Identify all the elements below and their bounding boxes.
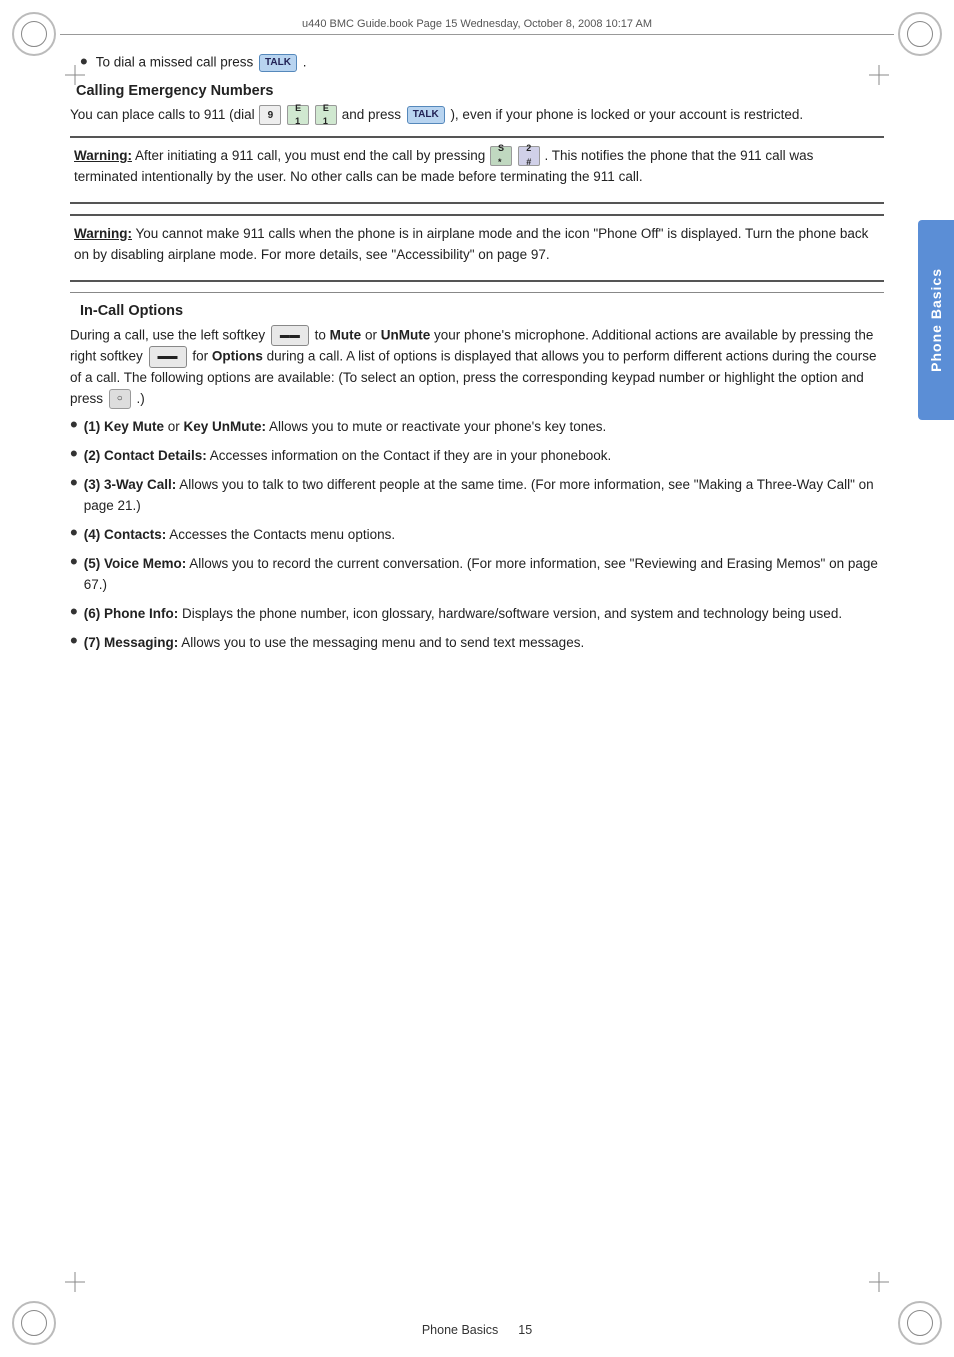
list-bullet: • <box>70 551 78 573</box>
dial-key-9: 9 <box>259 105 281 125</box>
warning-box-1: Warning: After initiating a 911 call, yo… <box>70 136 884 204</box>
list-bullet: • <box>70 414 78 436</box>
list-item: • (4) Contacts: Accesses the Contacts me… <box>70 525 884 546</box>
end-key-s: S* <box>490 146 512 166</box>
header-text: u440 BMC Guide.book Page 15 Wednesday, O… <box>302 18 652 30</box>
warning2-label: Warning: <box>74 226 132 241</box>
missed-call-text: To dial a missed call press TALK . <box>96 54 307 72</box>
list-text: (7) Messaging: Allows you to use the mes… <box>84 633 585 654</box>
list-text: (2) Contact Details: Accesses informatio… <box>84 446 612 467</box>
side-tab: Phone Basics <box>918 220 954 420</box>
list-bullet: • <box>70 630 78 652</box>
left-softkey-icon: ▬▬ <box>271 325 309 347</box>
end-key-2: 2# <box>518 146 540 166</box>
list-text: (6) Phone Info: Displays the phone numbe… <box>84 604 842 625</box>
divider <box>70 292 884 293</box>
emergency-paragraph: You can place calls to 911 (dial 9 E1 E1… <box>70 105 884 126</box>
footer: Phone Basics 15 <box>0 1323 954 1337</box>
bullet-dot: • <box>80 51 88 73</box>
list-item: • (3) 3-Way Call: Allows you to talk to … <box>70 475 884 517</box>
side-tab-label: Phone Basics <box>928 268 944 372</box>
dial-key-1b: E1 <box>315 105 337 125</box>
list-bullet: • <box>70 443 78 465</box>
incall-heading: In-Call Options <box>70 303 884 319</box>
corner-decoration-tr <box>898 12 942 56</box>
warning2-paragraph: Warning: You cannot make 911 calls when … <box>74 224 880 266</box>
page-header: u440 BMC Guide.book Page 15 Wednesday, O… <box>60 18 894 35</box>
talk-button-icon2: TALK <box>407 106 445 124</box>
warning1-paragraph: Warning: After initiating a 911 call, yo… <box>74 146 880 188</box>
incall-options-list: • (1) Key Mute or Key UnMute: Allows you… <box>70 417 884 653</box>
right-softkey-icon: ▬▬ <box>149 346 187 368</box>
footer-page-number: 15 <box>518 1323 532 1337</box>
dial-key-1a: E1 <box>287 105 309 125</box>
main-content: • To dial a missed call press TALK . Cal… <box>70 50 884 1297</box>
bullet-missed-call: • To dial a missed call press TALK . <box>70 54 884 73</box>
incall-paragraph: During a call, use the left softkey ▬▬ t… <box>70 325 884 410</box>
nav-center-icon: ○ <box>109 389 131 409</box>
list-bullet: • <box>70 472 78 494</box>
warning1-label: Warning: <box>74 148 132 163</box>
footer-label: Phone Basics <box>422 1323 498 1337</box>
page: u440 BMC Guide.book Page 15 Wednesday, O… <box>0 0 954 1357</box>
list-item: • (1) Key Mute or Key UnMute: Allows you… <box>70 417 884 438</box>
list-item: • (5) Voice Memo: Allows you to record t… <box>70 554 884 596</box>
calling-emergency-heading: Calling Emergency Numbers <box>70 83 884 99</box>
list-text: (3) 3-Way Call: Allows you to talk to tw… <box>84 475 884 517</box>
list-bullet: • <box>70 522 78 544</box>
list-item: • (6) Phone Info: Displays the phone num… <box>70 604 884 625</box>
list-text: (4) Contacts: Accesses the Contacts menu… <box>84 525 395 546</box>
list-text: (1) Key Mute or Key UnMute: Allows you t… <box>84 417 607 438</box>
corner-decoration-tl <box>12 12 56 56</box>
list-bullet: • <box>70 601 78 623</box>
list-item: • (2) Contact Details: Accesses informat… <box>70 446 884 467</box>
warning-box-2: Warning: You cannot make 911 calls when … <box>70 214 884 282</box>
talk-button-icon: TALK <box>259 54 297 72</box>
list-item: • (7) Messaging: Allows you to use the m… <box>70 633 884 654</box>
list-text: (5) Voice Memo: Allows you to record the… <box>84 554 884 596</box>
